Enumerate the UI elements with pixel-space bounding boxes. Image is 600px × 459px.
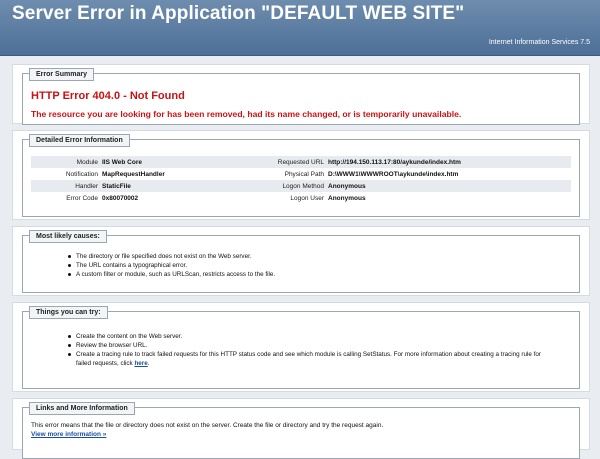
here-link[interactable]: here xyxy=(134,360,147,367)
detail-table: Module IIS Web Core Requested URL http:/… xyxy=(31,156,571,204)
module-label: Module xyxy=(31,156,100,168)
table-row: Module IIS Web Core Requested URL http:/… xyxy=(31,156,571,168)
page-title: Server Error in Application "DEFAULT WEB… xyxy=(12,3,465,24)
list-item: Create the content on the Web server. xyxy=(68,332,548,341)
table-row: Notification MapRequestHandler Physical … xyxy=(31,168,571,180)
physical-path-label: Physical Path xyxy=(284,170,324,178)
notification-value: MapRequestHandler xyxy=(102,170,165,178)
list-item: The URL contains a typographical error. xyxy=(68,261,548,270)
logon-user-label: Logon User xyxy=(290,194,324,202)
links-legend: Links and More Information xyxy=(29,402,135,415)
list-item: Create a tracing rule to track failed re… xyxy=(68,350,548,368)
causes-list: The directory or file specified does not… xyxy=(68,252,548,279)
error-title: HTTP Error 404.0 - Not Found xyxy=(31,90,185,102)
table-row: Handler StaticFile Logon Method Anonymou… xyxy=(31,180,571,192)
causes-box: Most likely causes: The directory or fil… xyxy=(12,226,590,296)
logon-method-label: Logon Method xyxy=(222,180,326,192)
requested-url-value: http://194.150.113.17:80/aykunde/index.h… xyxy=(326,156,571,168)
table-row: Error Code 0x80070002 Logon User Anonymo… xyxy=(31,192,571,204)
causes-fieldset: Most likely causes: The directory or fil… xyxy=(22,230,580,293)
error-message: The resource you are looking for has bee… xyxy=(31,109,462,119)
requested-url-label: Requested URL xyxy=(222,156,326,168)
detailed-error-fieldset: Detailed Error Information Module IIS We… xyxy=(22,134,580,217)
page-header: Server Error in Application "DEFAULT WEB… xyxy=(0,0,600,56)
links-box: Links and More Information This error me… xyxy=(12,398,590,459)
list-item: Review the browser URL. xyxy=(68,341,548,350)
server-version: Internet Information Services 7.5 xyxy=(488,39,590,46)
try-box: Things you can try: Create the content o… xyxy=(12,302,590,392)
view-more-link[interactable]: View more information » xyxy=(31,431,106,438)
detailed-error-box: Detailed Error Information Module IIS We… xyxy=(12,130,590,220)
content: Error Summary HTTP Error 404.0 - Not Fou… xyxy=(12,64,590,459)
module-value: IIS Web Core xyxy=(100,156,222,168)
links-description: This error means that the file or direct… xyxy=(31,422,384,429)
try-legend: Things you can try: xyxy=(29,306,108,319)
logon-method-value: Anonymous xyxy=(326,180,571,192)
error-summary-box: Error Summary HTTP Error 404.0 - Not Fou… xyxy=(12,64,590,125)
try-fieldset: Things you can try: Create the content o… xyxy=(22,306,580,389)
error-summary-legend: Error Summary xyxy=(29,68,94,81)
handler-value: StaticFile xyxy=(100,180,222,192)
error-code-label: Error Code xyxy=(66,194,98,202)
logon-user-value: Anonymous xyxy=(328,194,366,202)
links-fieldset: Links and More Information This error me… xyxy=(22,402,580,459)
handler-label: Handler xyxy=(31,180,100,192)
links-text: This error means that the file or direct… xyxy=(31,421,383,439)
detailed-error-legend: Detailed Error Information xyxy=(29,134,130,147)
error-code-value: 0x80070002 xyxy=(102,194,139,202)
period-text: . xyxy=(147,360,150,367)
error-summary-fieldset: Error Summary HTTP Error 404.0 - Not Fou… xyxy=(22,68,580,125)
try-list: Create the content on the Web server. Re… xyxy=(68,332,548,368)
list-item: The directory or file specified does not… xyxy=(68,252,548,261)
causes-legend: Most likely causes: xyxy=(29,230,107,243)
notification-label: Notification xyxy=(65,170,98,178)
physical-path-value: D:\WWW1\WWWROOT\aykunde\index.htm xyxy=(328,170,459,178)
list-item: A custom filter or module, such as URLSc… xyxy=(68,270,548,279)
